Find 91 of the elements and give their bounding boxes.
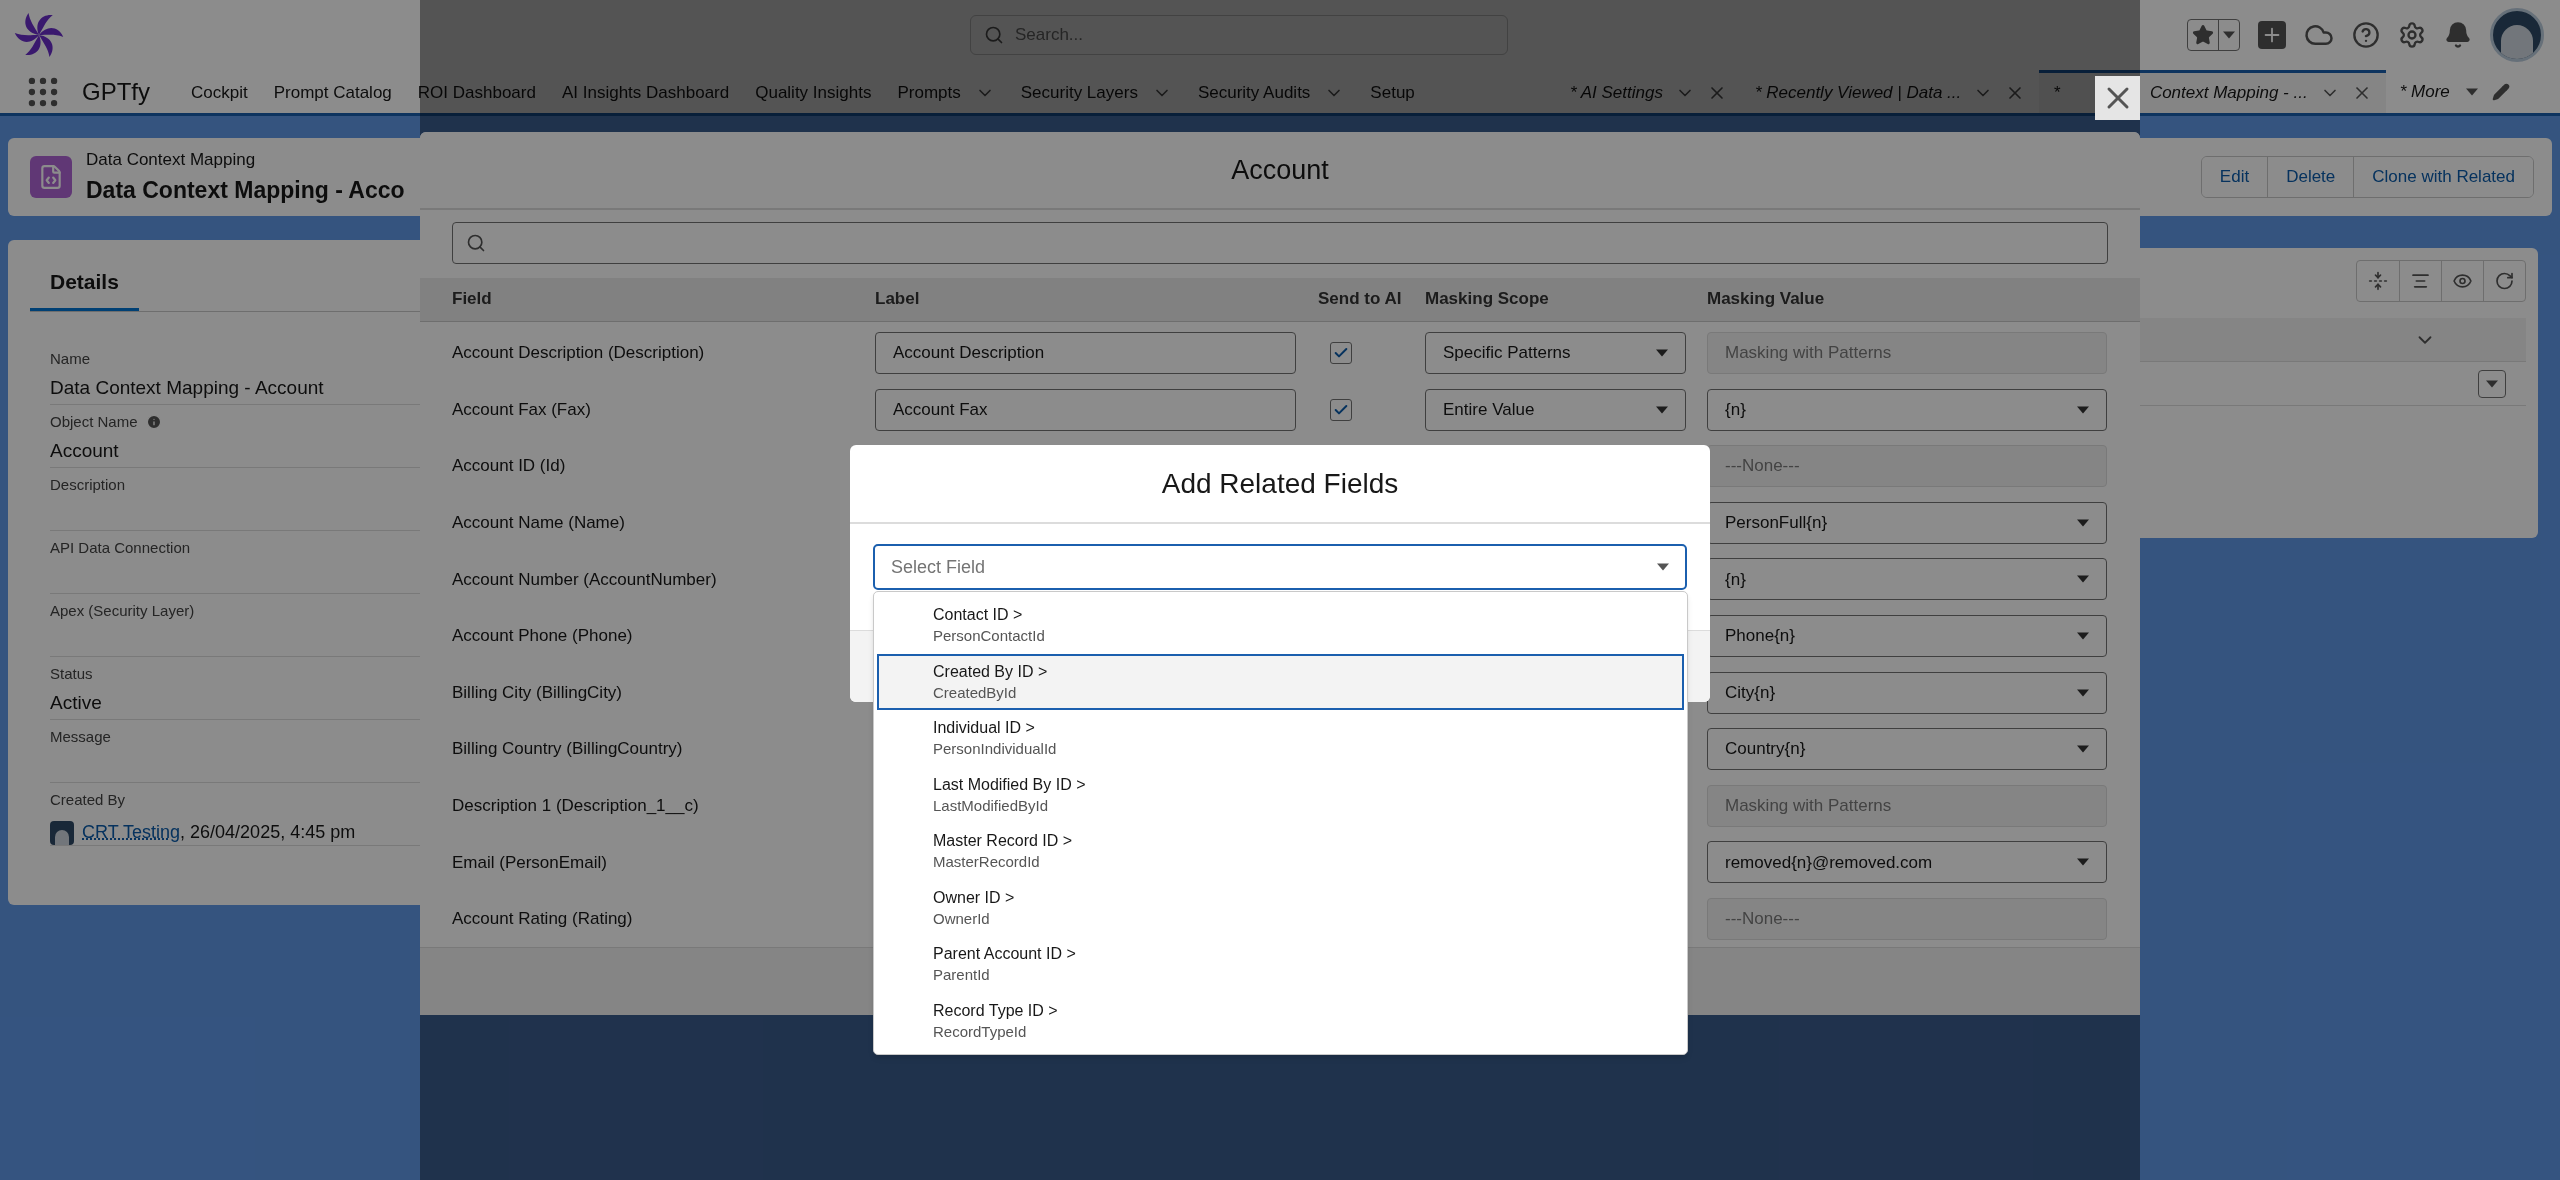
created-date: , 26/04/2025, 4:45 pm: [180, 822, 356, 842]
label-input[interactable]: Account Description: [875, 331, 1296, 374]
caret-icon: [2077, 688, 2089, 697]
masking-value-select[interactable]: Country{n}: [1707, 728, 2107, 771]
nav-tab[interactable]: Prompt Catalog: [260, 70, 405, 113]
help-icon[interactable]: [2352, 21, 2380, 49]
field-label: Object Name: [50, 411, 138, 432]
add-button[interactable]: [2258, 21, 2286, 49]
masking-value-select[interactable]: City{n}: [1707, 671, 2107, 714]
user-avatar[interactable]: [2490, 8, 2544, 62]
edit-icon[interactable]: [2491, 82, 2510, 101]
field-option[interactable]: Last Modified By ID > LastModifiedById: [877, 766, 1684, 823]
label-input[interactable]: Account Fax: [875, 388, 1296, 431]
close-button[interactable]: [2095, 76, 2140, 120]
caret-icon: [2223, 31, 2235, 39]
column-header: Label: [875, 288, 921, 311]
masking-value-select[interactable]: removed{n}@removed.com: [1707, 841, 2107, 884]
send-to-ai-checkbox[interactable]: [1330, 398, 1352, 421]
bell-icon[interactable]: [2444, 21, 2472, 49]
app-name: GPTfy: [82, 76, 151, 107]
field-name: Account ID (Id): [452, 455, 567, 478]
field-option[interactable]: Master Record ID > MasterRecordId: [877, 823, 1684, 880]
caret-icon: [2077, 745, 2089, 754]
record-title: Data Context Mapping - Acco: [86, 175, 405, 205]
field-name: Account Rating (Rating): [452, 908, 634, 931]
caret-icon: [2077, 405, 2089, 414]
caret-icon: [2077, 631, 2089, 640]
field-value: Data Context Mapping - Account: [50, 376, 324, 400]
field-label: Apex (Security Layer): [50, 600, 195, 621]
field-name: Account Fax (Fax): [452, 398, 592, 421]
record-icon: [30, 156, 72, 198]
column-header: Masking Scope: [1425, 288, 1550, 311]
field-option[interactable]: Record Type ID > RecordTypeId: [877, 992, 1684, 1049]
field-option[interactable]: Contact ID > PersonContactId: [877, 597, 1684, 654]
caret-icon: [1656, 405, 1668, 414]
field-name: Account Description (Description): [452, 342, 706, 365]
caret-icon: [2077, 858, 2089, 867]
masking-value-field: Masking with Patterns: [1707, 331, 2107, 374]
field-option[interactable]: Individual ID > PersonIndividualId: [877, 710, 1684, 767]
masking-value-field: ---None---: [1707, 445, 2107, 488]
field-name: Billing City (BillingCity): [452, 681, 624, 704]
search-field[interactable]: [452, 221, 2108, 264]
field-label: Status: [50, 663, 93, 684]
column-header: Field: [452, 288, 493, 311]
field-label: Name: [50, 348, 90, 369]
field-option[interactable]: Owner ID > OwnerId: [877, 879, 1684, 936]
column-header: Send to AI: [1318, 288, 1403, 311]
field-name: Account Phone (Phone): [452, 625, 634, 648]
user-link[interactable]: CRT Testing: [82, 822, 181, 842]
send-to-ai-checkbox[interactable]: [1330, 341, 1352, 364]
masking-value-field: Masking with Patterns: [1707, 784, 2107, 827]
field-label: Description: [50, 474, 126, 495]
row-menu-button[interactable]: [2478, 369, 2506, 398]
field-label: Created By: [50, 789, 126, 810]
modal-title: Account: [1231, 153, 1329, 187]
favorites-button[interactable]: [2187, 19, 2240, 51]
field-name: Account Number (AccountNumber): [452, 568, 718, 591]
caret-icon: [1657, 563, 1669, 571]
field-name: Billing Country (BillingCountry): [452, 738, 684, 761]
action-button[interactable]: Clone with Related: [2353, 157, 2533, 197]
field-name: Email (PersonEmail): [452, 851, 608, 874]
field-label: Message: [50, 726, 111, 747]
logo-icon: [14, 10, 64, 60]
more-tab[interactable]: * More: [2385, 70, 2492, 113]
field-label: API Data Connection: [50, 537, 191, 558]
field-value: Active: [50, 691, 102, 715]
caret-icon: [1656, 348, 1668, 357]
masking-scope-select[interactable]: Specific Patterns: [1425, 331, 1686, 374]
modal-title: Add Related Fields: [1161, 466, 1399, 501]
column-header: Masking Value: [1707, 288, 1826, 311]
masking-value-field: ---None---: [1707, 897, 2107, 940]
star-icon: [2192, 24, 2214, 46]
field-option[interactable]: Parent Account ID > ParentId: [877, 936, 1684, 993]
caret-icon: [2077, 575, 2089, 584]
search-icon: [984, 25, 1004, 45]
field-option[interactable]: Created By ID > CreatedById: [877, 653, 1684, 710]
user-avatar: [50, 820, 74, 845]
field-name: Description 1 (Description_1__c): [452, 794, 700, 817]
masking-value-select[interactable]: {n}: [1707, 388, 2107, 431]
caret-icon: [2077, 518, 2089, 527]
caret-icon: [2465, 87, 2478, 96]
search-icon: [466, 232, 486, 253]
field-value: Account: [50, 439, 119, 463]
record-type: Data Context Mapping: [86, 149, 257, 171]
field-select[interactable]: Select Field: [873, 544, 1687, 590]
details-tab[interactable]: Details: [30, 266, 139, 311]
field-name: Account Name (Name): [452, 511, 626, 534]
settings-icon[interactable]: [2398, 21, 2426, 49]
caret-icon: [2486, 379, 2498, 388]
masking-scope-select[interactable]: Entire Value: [1425, 388, 1686, 431]
nav-tab[interactable]: Cockpit: [178, 70, 261, 113]
